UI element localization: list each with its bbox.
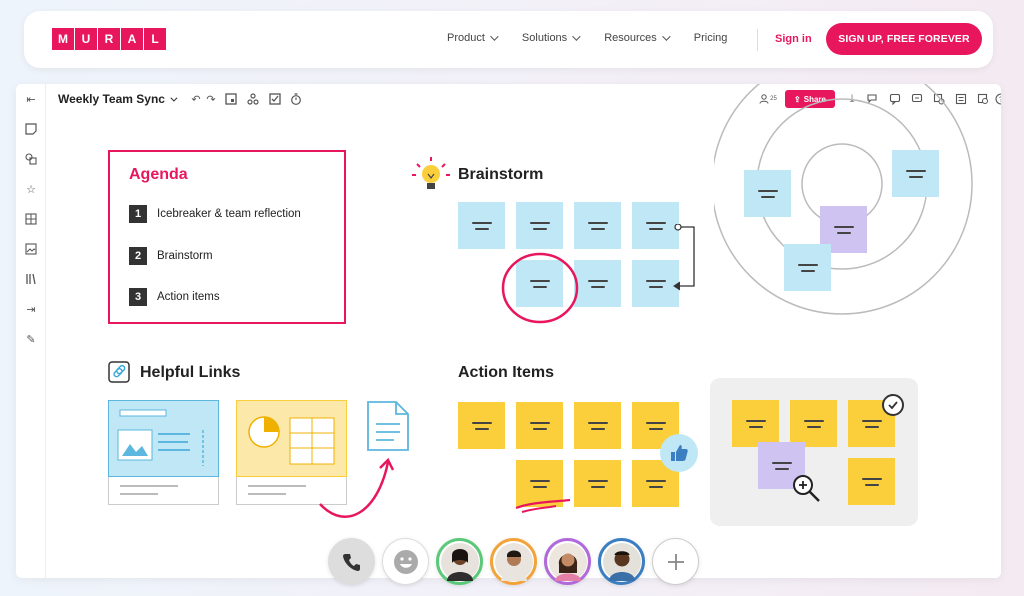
agenda-item-number: 1	[129, 205, 147, 223]
nav-links: Product Solutions Resources Pricing	[447, 32, 753, 44]
grid-icon[interactable]	[24, 212, 38, 226]
document-icon[interactable]	[366, 400, 412, 452]
agenda-item: 1 Icebreaker & team reflection	[129, 205, 301, 223]
logo-letter: R	[98, 28, 120, 50]
helpful-links-title: Helpful Links	[140, 364, 241, 381]
participant-avatar	[602, 542, 641, 581]
zoom-in-icon	[793, 475, 820, 502]
sticky-note[interactable]	[574, 460, 621, 507]
underline-annotation	[515, 498, 571, 513]
sign-in-link[interactable]: Sign in	[775, 33, 812, 45]
sticky-note[interactable]	[744, 170, 791, 217]
call-bar	[328, 538, 699, 585]
library-icon[interactable]	[24, 272, 38, 286]
timer-icon[interactable]	[289, 92, 303, 106]
nav-product-label: Product	[447, 32, 485, 44]
logo-letter: U	[75, 28, 97, 50]
plus-icon	[667, 553, 684, 570]
sticky-note[interactable]	[458, 402, 505, 449]
nav-divider	[757, 29, 758, 51]
tool-sidebar: ⇤ ☆ ⇥ ✎	[16, 84, 46, 578]
nav-solutions[interactable]: Solutions	[521, 32, 581, 44]
redo-icon[interactable]: ↷	[204, 92, 218, 106]
collapse-sidebar-icon[interactable]: ⇤	[24, 92, 38, 106]
avatar[interactable]	[490, 538, 537, 585]
add-participant-button[interactable]	[652, 538, 699, 585]
chevron-down-icon	[572, 32, 581, 41]
signup-button[interactable]: SIGN UP, FREE FOREVER	[826, 23, 982, 55]
avatar[interactable]	[598, 538, 645, 585]
agenda-title: Agenda	[129, 166, 188, 183]
agenda-item: 3 Action items	[129, 288, 220, 306]
chevron-down-icon	[170, 94, 178, 102]
logo-letter: A	[121, 28, 143, 50]
board-title-dropdown[interactable]: Weekly Team Sync	[58, 92, 178, 106]
image-icon[interactable]	[24, 242, 38, 256]
checkmark-icon	[882, 394, 904, 416]
lightbulb-icon	[412, 157, 450, 189]
sticky-note[interactable]	[790, 400, 837, 447]
nav-resources[interactable]: Resources	[604, 32, 671, 44]
board-canvas[interactable]: Agenda 1 Icebreaker & team reflection 2 …	[46, 84, 1001, 578]
agenda-card[interactable]: Agenda 1 Icebreaker & team reflection 2 …	[108, 150, 346, 324]
participant-avatar	[548, 542, 587, 581]
sticky-note-icon[interactable]	[24, 122, 38, 136]
avatar[interactable]	[544, 538, 591, 585]
agenda-item: 2 Brainstorm	[129, 247, 213, 265]
nav-product[interactable]: Product	[447, 32, 499, 44]
mural-logo[interactable]: M U R A L	[52, 28, 166, 50]
activities-icon[interactable]	[246, 92, 260, 106]
nav-resources-label: Resources	[604, 32, 657, 44]
thumbs-up-icon[interactable]	[660, 434, 698, 472]
brainstorm-annotations	[501, 224, 695, 324]
undo-icon[interactable]: ↶	[189, 92, 203, 106]
sticky-note[interactable]	[784, 244, 831, 291]
nav-solutions-label: Solutions	[521, 32, 568, 44]
logo-letter: L	[144, 28, 166, 50]
agenda-item-label: Icebreaker & team reflection	[157, 208, 301, 220]
agenda-item-label: Action items	[157, 291, 220, 303]
voting-icon[interactable]	[268, 92, 282, 106]
phone-icon	[342, 553, 360, 571]
agenda-item-label: Brainstorm	[157, 250, 213, 262]
participant-avatar	[494, 542, 533, 581]
brainstorm-title: Brainstorm	[458, 166, 544, 183]
board-title: Weekly Team Sync	[58, 92, 165, 106]
logo-letter: M	[52, 28, 74, 50]
avatar[interactable]	[436, 538, 483, 585]
agenda-item-number: 3	[129, 288, 147, 306]
sticky-note[interactable]	[892, 150, 939, 197]
nav-pricing[interactable]: Pricing	[694, 32, 728, 44]
pen-icon[interactable]: ✎	[24, 332, 38, 346]
frame-icon[interactable]	[224, 92, 238, 106]
curved-arrow-annotation	[319, 457, 395, 518]
reactions-button[interactable]	[382, 538, 429, 585]
mural-app-window: Weekly Team Sync ↶ ↷ 25 ⇪ Share ⤓ ? ⇤ ☆	[16, 84, 1001, 578]
chevron-down-icon	[490, 32, 499, 41]
phone-button[interactable]	[328, 538, 375, 585]
smiley-icon	[393, 549, 418, 574]
import-icon[interactable]: ⇥	[24, 302, 38, 316]
chevron-down-icon	[661, 32, 671, 41]
link-icon	[108, 361, 130, 383]
review-panel[interactable]	[710, 378, 918, 526]
sticky-note[interactable]	[848, 458, 895, 505]
website-thumbnail[interactable]	[108, 400, 220, 506]
action-items-title: Action Items	[458, 364, 555, 381]
site-header: M U R A L Product Solutions Resources Pr…	[24, 11, 993, 68]
agenda-item-number: 2	[129, 247, 147, 265]
sticky-note[interactable]	[516, 402, 563, 449]
shapes-icon[interactable]	[24, 152, 38, 166]
sticky-note[interactable]	[574, 402, 621, 449]
sticky-note[interactable]	[732, 400, 779, 447]
participant-avatar	[440, 542, 479, 581]
star-icon[interactable]: ☆	[24, 182, 38, 196]
nav-pricing-label: Pricing	[693, 32, 728, 44]
